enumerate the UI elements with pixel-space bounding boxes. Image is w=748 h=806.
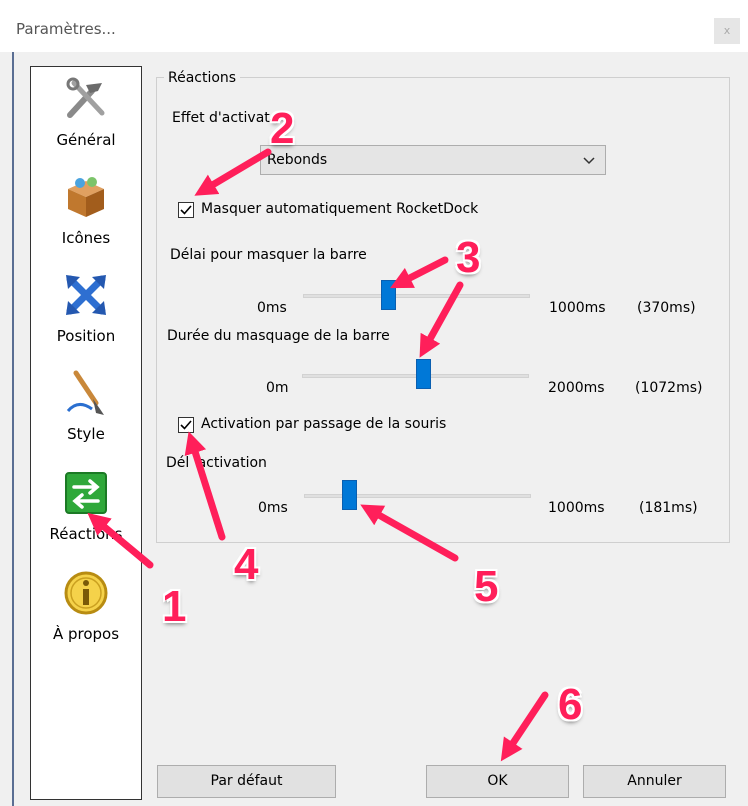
annotation-arrows [87,148,549,762]
annotation-arrow-6 [500,691,549,762]
annotation-arrow-2 [194,148,272,196]
annotation-arrow-3b [419,281,464,358]
annotation-number-5: 5 [474,562,499,611]
annotation-number-3: 3 [456,233,481,282]
annotation-arrow-4 [184,431,226,541]
annotation-number-2: 2 [270,104,295,153]
annotation-arrow-5 [360,504,459,562]
annotation-arrow-3a [390,256,449,289]
annotation-number-6: 6 [558,680,583,729]
annotation-arrow-1 [87,512,154,569]
annotation-number-4: 4 [234,540,259,589]
annotation-number-1: 1 [162,582,187,631]
